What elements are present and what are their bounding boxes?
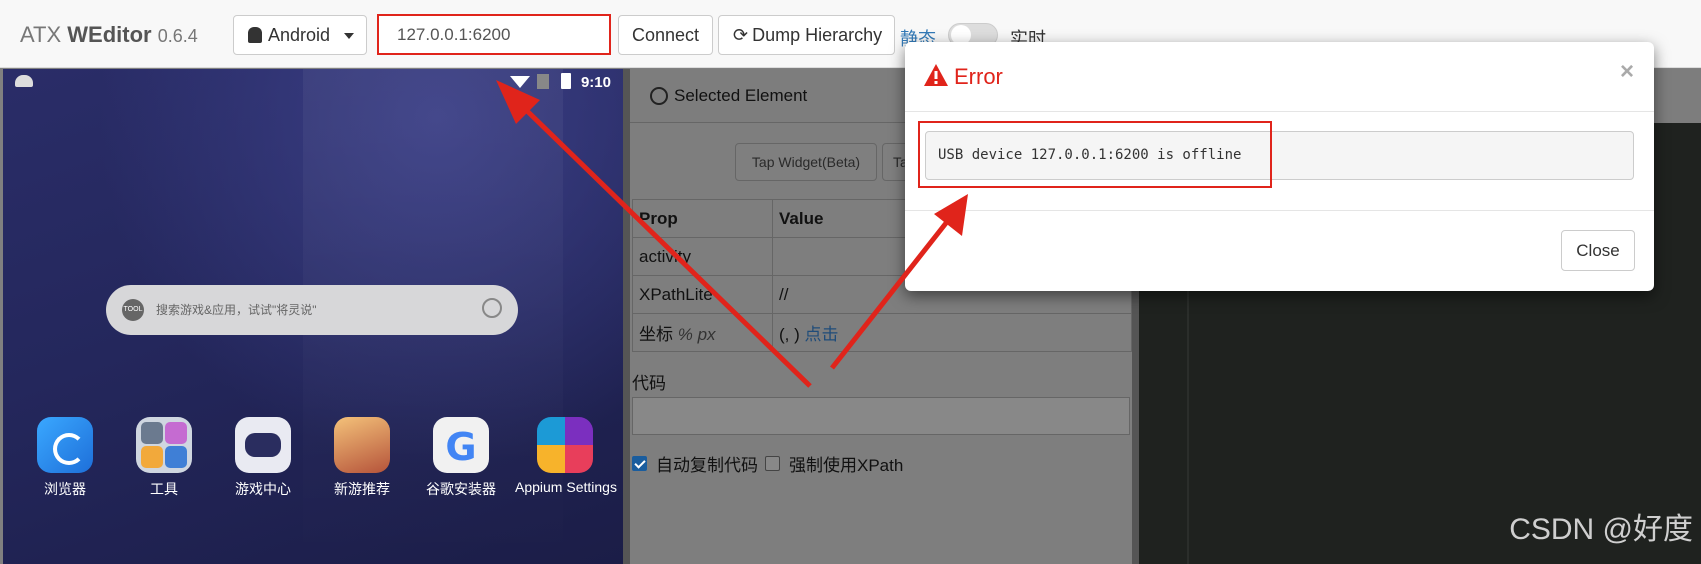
auto-copy-option[interactable]: 自动复制代码: [632, 451, 758, 476]
tap-widget-button[interactable]: Tap Widget(Beta): [735, 143, 877, 181]
coord-unit-toggle[interactable]: % px: [678, 325, 716, 344]
android-icon: [248, 27, 262, 43]
dialog-footer: Close: [905, 210, 1654, 291]
appium-icon: [537, 417, 593, 473]
close-button[interactable]: Close: [1561, 230, 1635, 271]
dump-hierarchy-label: Dump Hierarchy: [752, 24, 883, 45]
google-icon: G: [433, 417, 489, 473]
selected-element-title: Selected Element: [674, 86, 808, 105]
app-browser[interactable]: 浏览器: [20, 417, 110, 499]
browser-icon: [37, 417, 93, 473]
game-hero-icon: [334, 417, 390, 473]
android-icon: [15, 75, 33, 87]
force-xpath-option[interactable]: 强制使用XPath: [765, 451, 903, 476]
status-bar: 9:10: [3, 69, 623, 95]
prop-cell: XPathLite: [632, 275, 773, 314]
prop-cell: activity: [632, 237, 773, 276]
app-brand: ATX WEditor 0.6.4: [20, 22, 198, 48]
search-placeholder: 搜索游戏&应用，试试"将灵说": [156, 303, 317, 317]
auto-copy-checkbox[interactable]: [632, 456, 647, 471]
brand-name: WEditor: [67, 22, 152, 47]
search-icon: [482, 298, 502, 318]
wifi-icon: [510, 76, 530, 88]
column-header: Prop: [632, 199, 773, 238]
watermark: CSDN @好度: [1509, 513, 1693, 546]
app-version: 0.6.4: [157, 26, 198, 46]
value-cell: (, ) 点击: [772, 313, 1132, 352]
app-tools[interactable]: 工具: [119, 417, 209, 499]
app-label: Appium Settings: [515, 479, 617, 495]
close-icon[interactable]: ×: [1620, 58, 1634, 86]
dialog-title: Error: [954, 64, 1003, 89]
coord-label: 坐标: [639, 325, 673, 344]
tools-folder-icon: [136, 417, 192, 473]
no-sim-icon: [537, 74, 549, 89]
force-xpath-checkbox[interactable]: [765, 456, 780, 471]
device-serial-input[interactable]: 127.0.0.1:6200: [377, 14, 611, 55]
app-appium-settings[interactable]: Appium Settings: [515, 417, 617, 495]
status-time: 9:10: [580, 74, 611, 91]
chevron-down-icon: [344, 33, 354, 39]
search-logo-icon: TOOL: [122, 299, 144, 321]
dump-hierarchy-button[interactable]: ⟳ Dump Hierarchy: [718, 15, 895, 55]
brand-prefix: ATX: [20, 22, 62, 47]
app-label: 新游推荐: [334, 481, 390, 497]
auto-copy-label: 自动复制代码: [656, 456, 758, 475]
app-game-center[interactable]: 游戏中心: [218, 417, 308, 499]
dialog-header: Error ×: [905, 42, 1654, 112]
table-row: 坐标 % px (, ) 点击: [632, 313, 1132, 352]
code-field[interactable]: [632, 397, 1130, 435]
app-label: 浏览器: [44, 481, 86, 497]
warning-icon: [924, 64, 948, 86]
app-label: 工具: [150, 481, 178, 497]
app-google-installer[interactable]: G 谷歌安装器: [416, 417, 506, 499]
panel-divider[interactable]: [623, 69, 630, 564]
platform-label: Android: [268, 24, 331, 45]
gamepad-icon: [235, 417, 291, 473]
force-xpath-label: 强制使用XPath: [789, 456, 904, 475]
battery-icon: [561, 73, 571, 89]
annotation-highlight-box: [918, 121, 1272, 188]
target-icon: [650, 87, 668, 105]
app-new-games[interactable]: 新游推荐: [317, 417, 407, 499]
device-screen[interactable]: 9:10 TOOL 搜索游戏&应用，试试"将灵说" 浏览器 工具 游戏中心 新游…: [3, 69, 623, 564]
phone-search-bar[interactable]: TOOL 搜索游戏&应用，试试"将灵说": [106, 285, 518, 335]
code-label: 代码: [632, 374, 666, 393]
platform-select[interactable]: Android: [233, 15, 367, 55]
app-label: 谷歌安装器: [426, 481, 496, 497]
error-dialog: Error × USB device 127.0.0.1:6200 is off…: [905, 42, 1654, 291]
click-link[interactable]: 点击: [805, 325, 839, 344]
prop-cell: 坐标 % px: [632, 313, 773, 352]
coord-value: (, ): [779, 325, 800, 344]
refresh-icon: ⟳: [733, 24, 749, 45]
app-label: 游戏中心: [235, 481, 291, 497]
connect-button[interactable]: Connect: [618, 15, 713, 55]
